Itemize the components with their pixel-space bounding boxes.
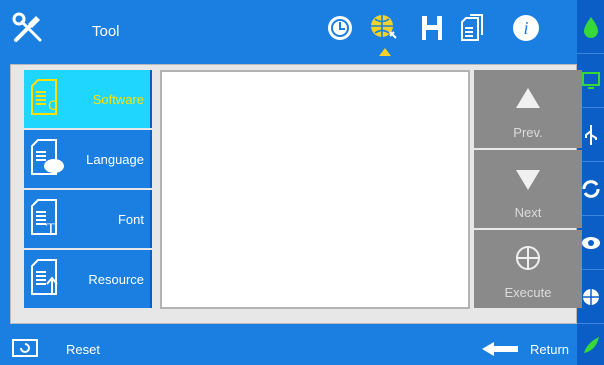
sidebar-item-resource[interactable]: Resource: [24, 250, 152, 308]
document-chat-icon: [31, 139, 64, 175]
sidebar-item-software[interactable]: C Software: [24, 70, 152, 128]
return-button[interactable]: Return: [530, 342, 569, 357]
arrow-up-icon: [516, 88, 540, 108]
sidebar-item-label: Language: [86, 152, 144, 167]
globe-execute-icon: [516, 246, 540, 270]
sidebar-item-font[interactable]: T Font: [24, 190, 152, 248]
execute-button[interactable]: Execute: [474, 230, 582, 308]
sidebar-item-language[interactable]: Language: [24, 130, 152, 188]
top-toolbar: Tool i: [0, 0, 577, 64]
reset-button[interactable]: Reset: [66, 342, 100, 357]
document-csharp-icon: C: [31, 79, 58, 115]
document-upload-icon: [31, 259, 58, 295]
next-button[interactable]: Next: [474, 150, 582, 228]
svg-text:C: C: [48, 97, 58, 113]
document-font-icon: T: [31, 199, 57, 238]
save-disk-icon[interactable]: [414, 10, 450, 46]
svg-text:T: T: [46, 221, 56, 238]
sidebar-item-label: Software: [92, 92, 144, 107]
ink-drop-icon[interactable]: [577, 0, 604, 54]
return-arrow-icon[interactable]: [480, 340, 520, 358]
prev-label: Prev.: [513, 125, 543, 140]
preview-area: [160, 70, 470, 309]
bottom-toolbar: Reset Return: [0, 330, 577, 365]
execute-label: Execute: [504, 285, 552, 300]
leaf-icon[interactable]: [577, 324, 604, 365]
reset-icon[interactable]: [11, 338, 39, 360]
clock-icon[interactable]: [322, 10, 358, 46]
svg-text:i: i: [523, 18, 528, 38]
arrow-down-icon: [516, 170, 540, 190]
sidebar-item-label: Font: [117, 212, 144, 227]
document-copy-icon[interactable]: [454, 10, 490, 46]
next-label: Next: [514, 205, 542, 220]
sidebar-item-label: Resource: [88, 272, 144, 287]
prev-button[interactable]: Prev.: [474, 70, 582, 148]
globe-update-icon[interactable]: [366, 10, 402, 56]
wrench-screwdriver-icon: [12, 12, 42, 42]
info-icon[interactable]: i: [508, 10, 544, 46]
page-title: Tool: [92, 23, 120, 40]
